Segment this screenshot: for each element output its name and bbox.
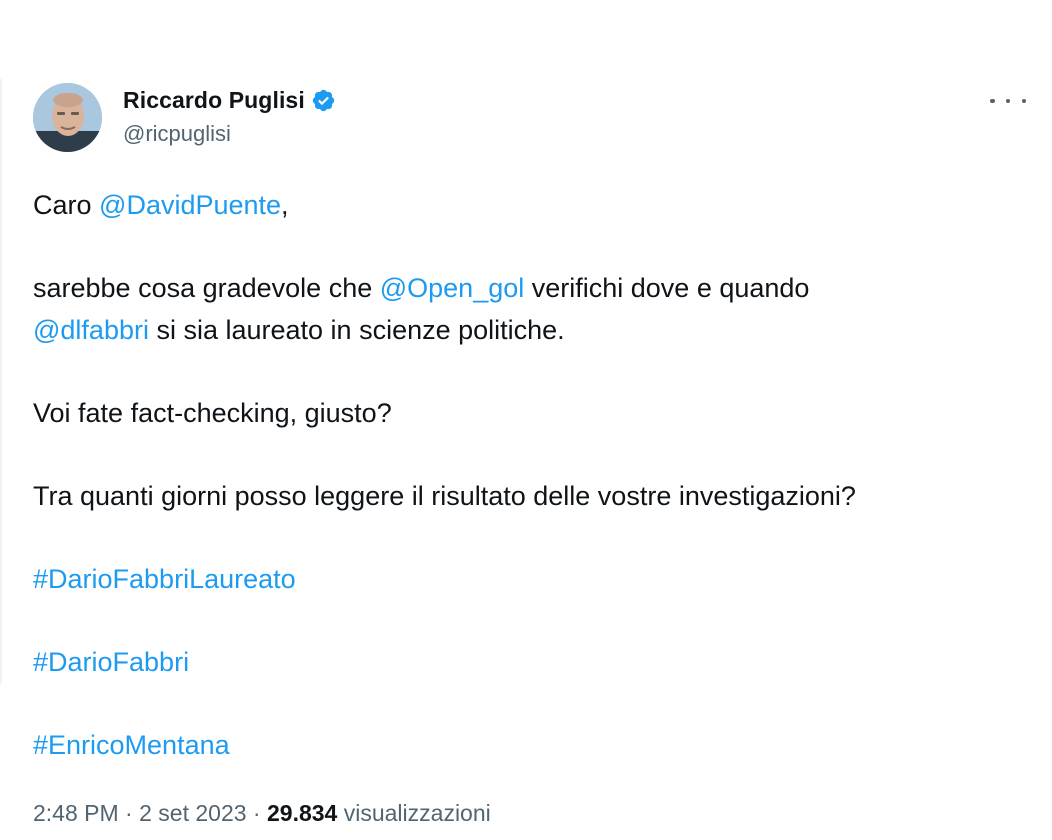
tweet-line: sarebbe cosa gradevole che @Open_gol ver… (33, 268, 1023, 310)
tweet-meta: 2:48 PM · 2 set 2023 · 29.834 visualizza… (33, 800, 491, 827)
views-label: visualizzazioni (337, 800, 491, 826)
verified-badge-icon[interactable] (311, 88, 336, 113)
tweet-time[interactable]: 2:48 PM (33, 800, 119, 826)
text-segment: sarebbe cosa gradevole che (33, 273, 380, 303)
more-horizontal-icon (990, 98, 995, 104)
tweet-line: Caro @DavidPuente, (33, 185, 1023, 227)
user-info: Riccardo Puglisi @ricpuglisi (123, 85, 336, 147)
views-count: 29.834 (266, 800, 338, 826)
hashtag-link[interactable]: #DarioFabbriLaureato (33, 564, 296, 594)
name-row: Riccardo Puglisi (123, 85, 336, 115)
more-horizontal-icon (1021, 98, 1026, 104)
meta-separator: · (246, 800, 267, 826)
hashtag-line: #DarioFabbri (33, 642, 1023, 684)
text-segment: si sia laureato in scienze politiche. (148, 314, 565, 345)
page: Riccardo Puglisi @ricpuglisi Caro @David… (0, 0, 1052, 840)
hashtag-line: #DarioFabbriLaureato (33, 559, 1023, 601)
more-horizontal-icon (1005, 98, 1011, 104)
text-segment: Caro (33, 190, 100, 220)
mention-link[interactable]: @Open_gol (380, 273, 525, 303)
author-name[interactable]: Riccardo Puglisi (123, 87, 305, 114)
tweet-line: Voi fate fact-checking, giusto? (33, 397, 392, 428)
author-handle[interactable]: @ricpuglisi (123, 121, 336, 147)
tweet-line: Tra quanti giorni posso leggere il risul… (33, 480, 856, 511)
more-options-button[interactable] (990, 91, 1026, 111)
tweet-text: Caro @DavidPuente, sarebbe cosa gradevol… (33, 185, 1023, 766)
hashtag-link[interactable]: #EnricoMentana (33, 730, 230, 760)
tweet: Riccardo Puglisi @ricpuglisi Caro @David… (0, 0, 1052, 840)
mention-link[interactable]: @DavidPuente (99, 190, 281, 220)
hashtag-line: #EnricoMentana (33, 725, 1023, 767)
text-segment: , (281, 190, 289, 220)
avatar[interactable] (33, 83, 102, 152)
tweet-date[interactable]: 2 set 2023 (139, 800, 246, 826)
hashtag-link[interactable]: #DarioFabbri (33, 647, 189, 677)
mention-link[interactable]: @dlfabbri (33, 315, 149, 345)
tweet-line: @dlfabbri si sia laureato in scienze pol… (33, 310, 1023, 352)
meta-separator: · (118, 800, 140, 826)
text-segment: verifichi dove e quando (524, 273, 810, 303)
